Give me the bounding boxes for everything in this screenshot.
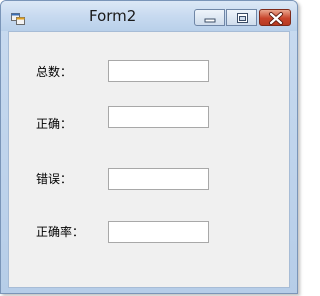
form-icon[interactable] bbox=[11, 10, 25, 25]
correct-textbox[interactable] bbox=[108, 106, 209, 128]
total-label: 总数： bbox=[36, 65, 73, 79]
close-button[interactable] bbox=[259, 9, 291, 26]
total-textbox[interactable] bbox=[108, 60, 209, 82]
accuracy-textbox[interactable] bbox=[108, 221, 209, 243]
title-bar[interactable]: Form2 bbox=[1, 1, 297, 31]
accuracy-label: 正确率： bbox=[36, 225, 85, 239]
window-title: Form2 bbox=[89, 7, 137, 25]
minimize-icon bbox=[204, 18, 216, 23]
wrong-textbox[interactable] bbox=[108, 168, 209, 190]
minimize-button[interactable] bbox=[194, 9, 225, 26]
form2-window: Form2 总数： 正确： 错误： 正确率： bbox=[0, 0, 298, 294]
close-icon bbox=[269, 12, 283, 25]
maximize-button[interactable] bbox=[226, 9, 257, 26]
maximize-icon bbox=[237, 13, 248, 23]
form-client-area: 总数： 正确： 错误： 正确率： bbox=[8, 31, 290, 288]
correct-label: 正确： bbox=[36, 117, 73, 131]
wrong-label: 错误： bbox=[36, 172, 73, 186]
